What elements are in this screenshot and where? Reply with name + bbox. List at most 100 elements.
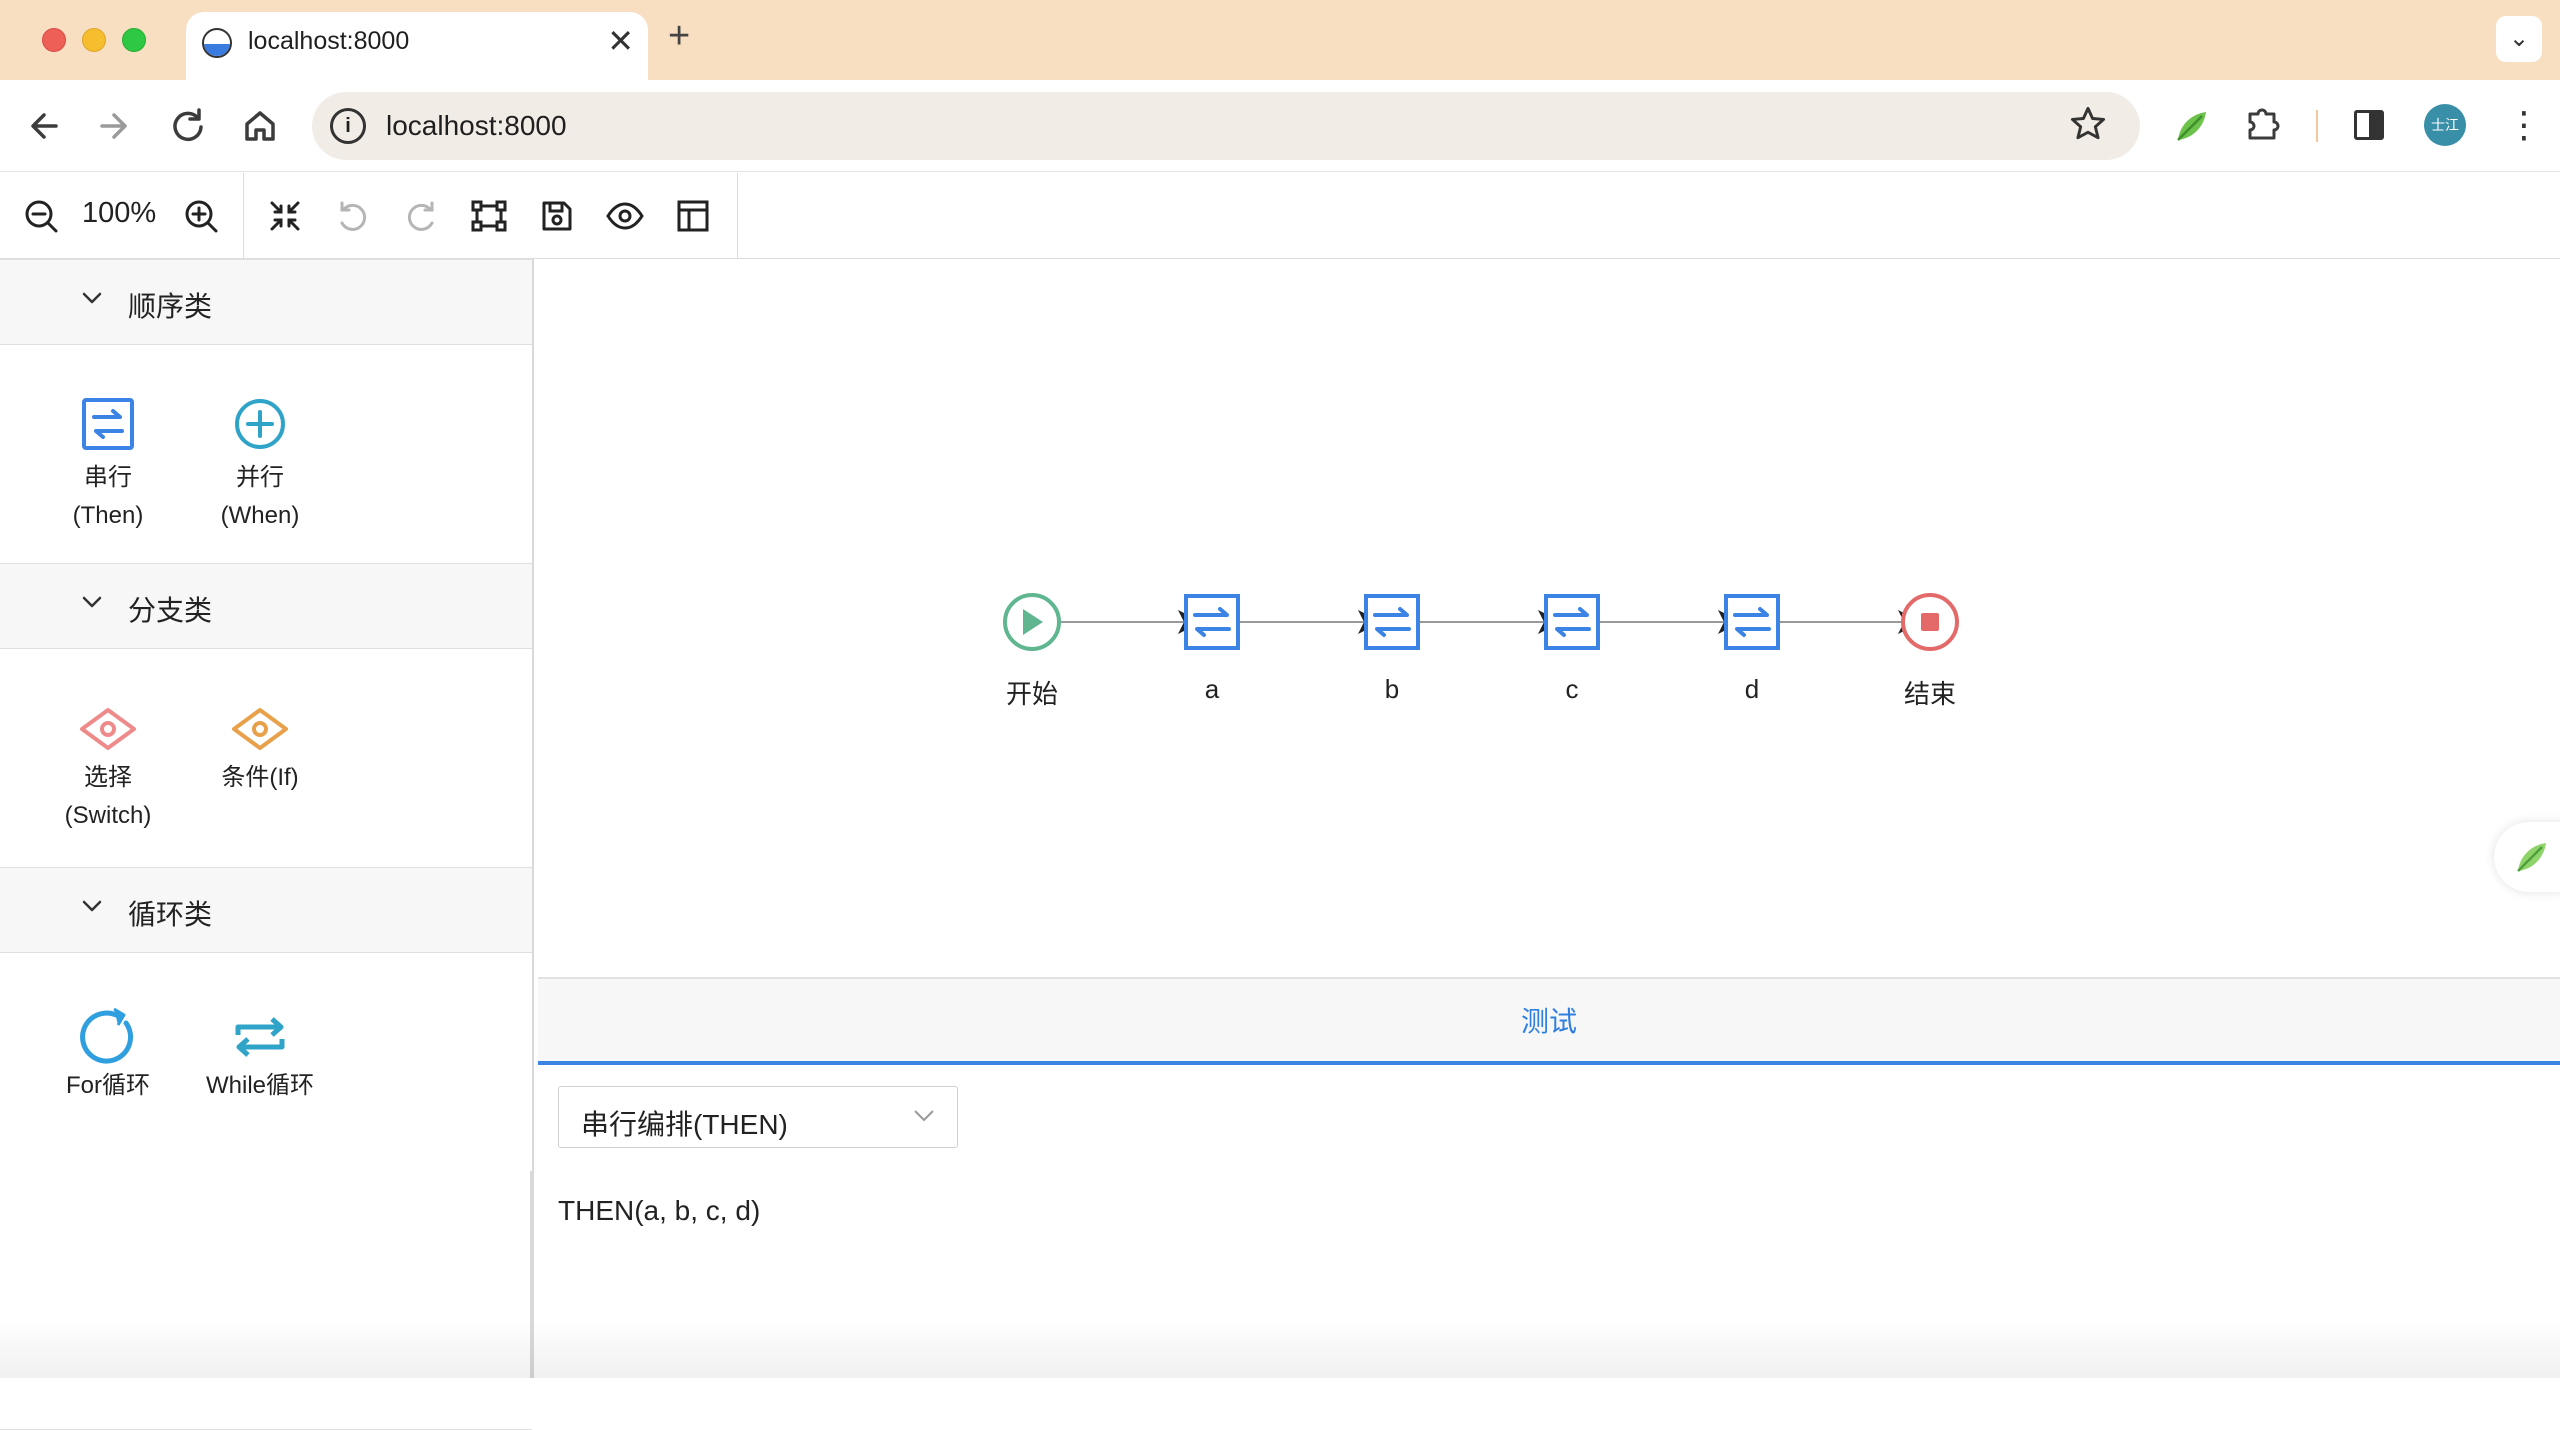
zoom-in-icon[interactable] xyxy=(180,195,222,237)
chevron-down-icon xyxy=(82,596,102,608)
palette-item-sublabel: (Then) xyxy=(72,502,144,529)
preview-eye-icon[interactable] xyxy=(604,195,646,237)
url-input[interactable]: i localhost:8000 xyxy=(312,92,2140,160)
tab-title: localhost:8000 xyxy=(248,27,410,55)
reload-icon[interactable] xyxy=(164,102,212,150)
palette-item-label: 串行 xyxy=(84,464,132,491)
floating-extension-button[interactable] xyxy=(2494,822,2560,892)
node-label-b: b xyxy=(1384,674,1400,704)
tab-close-icon[interactable]: ✕ xyxy=(607,25,634,57)
layout-icon[interactable] xyxy=(672,195,714,237)
flow-canvas[interactable]: 开始 a b c d 结束 xyxy=(538,259,2560,977)
palette-item-when[interactable]: 并行 (When) xyxy=(185,397,335,535)
toolbar-divider xyxy=(2316,110,2318,142)
palette-item-switch[interactable]: 选择 (Switch) xyxy=(33,707,183,835)
edge-d-end[interactable] xyxy=(1780,610,1922,634)
end-node[interactable] xyxy=(1901,593,1959,651)
forward-arrow-icon[interactable] xyxy=(90,102,138,150)
section-title: 顺序类 xyxy=(128,291,213,322)
browser-menu-icon[interactable]: ⋮ xyxy=(2506,100,2542,150)
edge-a-b[interactable] xyxy=(1240,610,1382,634)
favicon-icon xyxy=(202,28,232,58)
serial-then-icon xyxy=(82,398,134,450)
leaf-icon xyxy=(2517,843,2546,872)
node-b[interactable] xyxy=(1364,594,1420,650)
test-panel: 测试 串行编排(THEN) THEN(a, b, c, d) xyxy=(538,977,2560,1378)
section-body-sequential: 串行 (Then) 并行 (When) xyxy=(0,345,532,563)
palette-item-sublabel: (Switch) xyxy=(64,802,152,829)
chevron-down-icon xyxy=(82,292,102,304)
tab-search-button[interactable]: ⌄ xyxy=(2496,16,2542,62)
extension-leaf-icon[interactable] xyxy=(2172,106,2212,146)
back-arrow-icon[interactable] xyxy=(20,102,68,150)
select-value: 串行编排(THEN) xyxy=(581,1109,788,1140)
zoom-group: 100% xyxy=(0,173,244,259)
palette-item-label: 条件(If) xyxy=(221,764,299,791)
palette-item-label: For循环 xyxy=(66,1072,150,1099)
fit-screen-icon[interactable] xyxy=(264,195,306,237)
bookmark-star-icon[interactable] xyxy=(2066,102,2110,146)
editor-toolbar: 100% xyxy=(0,173,2560,259)
save-icon[interactable] xyxy=(536,195,578,237)
url-text: localhost:8000 xyxy=(386,110,567,141)
node-label-end: 结束 xyxy=(1903,679,1956,709)
panel-tabs: 测试 xyxy=(538,979,2560,1065)
switch-diamond-icon xyxy=(80,708,136,750)
window-minimize-button[interactable] xyxy=(82,28,106,52)
section-body-loop: For循环 While循环 xyxy=(0,953,532,1171)
edit-group xyxy=(244,173,738,259)
side-panel-icon[interactable] xyxy=(2354,110,2384,140)
chevron-down-icon xyxy=(82,900,102,912)
new-tab-button[interactable]: + xyxy=(668,16,690,56)
node-palette: 顺序类 串行 (Then) 并行 (When) 分支类 选择 (Switch) … xyxy=(0,259,534,1430)
section-header-branch[interactable]: 分支类 xyxy=(0,563,532,649)
node-label-start: 开始 xyxy=(1005,679,1058,709)
zoom-out-icon[interactable] xyxy=(20,195,62,237)
palette-item-label: 选择 xyxy=(84,764,132,791)
edge-c-d[interactable] xyxy=(1600,610,1742,634)
palette-item-while[interactable]: While循环 xyxy=(185,1005,335,1105)
window-close-button[interactable] xyxy=(42,28,66,52)
while-loop-icon xyxy=(235,1017,285,1057)
undo-icon[interactable] xyxy=(332,195,374,237)
parallel-when-icon xyxy=(235,399,285,449)
orchestration-type-select[interactable]: 串行编排(THEN) xyxy=(558,1086,958,1148)
palette-item-for[interactable]: For循环 xyxy=(33,1005,183,1105)
section-header-sequential[interactable]: 顺序类 xyxy=(0,259,532,345)
node-label-c: c xyxy=(1565,674,1579,704)
node-label-a: a xyxy=(1204,674,1220,704)
browser-tab-strip: localhost:8000 ✕ + ⌄ xyxy=(0,0,2560,80)
select-area-icon[interactable] xyxy=(468,195,510,237)
browser-address-bar: i localhost:8000 士江 ⋮ xyxy=(0,80,2560,172)
node-d[interactable] xyxy=(1724,594,1780,650)
for-loop-icon xyxy=(80,1007,134,1064)
el-expression-output: THEN(a, b, c, d) xyxy=(558,1195,761,1226)
edge-b-c[interactable] xyxy=(1420,610,1562,634)
section-title: 分支类 xyxy=(128,595,213,626)
palette-item-if[interactable]: 条件(If) xyxy=(185,707,335,797)
active-tab-indicator xyxy=(538,1061,2560,1065)
section-body-branch: 选择 (Switch) 条件(If) xyxy=(0,649,532,867)
browser-tab[interactable]: localhost:8000 ✕ xyxy=(186,12,648,80)
start-node[interactable] xyxy=(1003,593,1061,651)
node-c[interactable] xyxy=(1544,594,1600,650)
profile-avatar[interactable]: 士江 xyxy=(2424,104,2466,146)
extensions-puzzle-icon[interactable] xyxy=(2242,102,2282,142)
site-info-icon[interactable]: i xyxy=(330,108,366,144)
node-label-d: d xyxy=(1744,674,1760,704)
section-header-loop[interactable]: 循环类 xyxy=(0,867,532,953)
zoom-level: 100% xyxy=(82,197,157,229)
palette-item-then[interactable]: 串行 (Then) xyxy=(33,397,183,535)
node-a[interactable] xyxy=(1184,594,1240,650)
section-title: 循环类 xyxy=(128,899,213,930)
if-diamond-icon xyxy=(232,708,288,750)
palette-item-label: 并行 xyxy=(236,464,284,491)
chevron-down-icon xyxy=(914,1110,934,1122)
palette-item-label: While循环 xyxy=(205,1072,314,1099)
home-icon[interactable] xyxy=(236,102,284,150)
tab-test[interactable]: 测试 xyxy=(538,979,2560,1065)
palette-item-sublabel: (When) xyxy=(220,502,300,529)
window-zoom-button[interactable] xyxy=(122,28,146,52)
redo-icon[interactable] xyxy=(400,195,442,237)
flow-graph xyxy=(1003,593,1959,651)
